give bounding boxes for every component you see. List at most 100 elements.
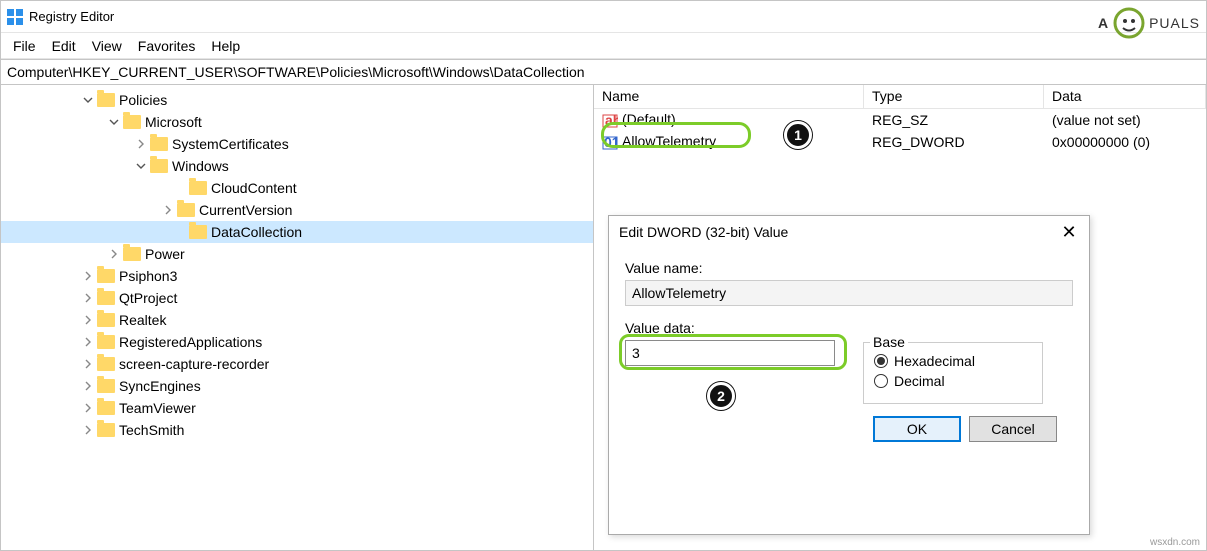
- list-view: Name Type Data ab(Default)REG_SZ(value n…: [594, 85, 1206, 550]
- tree-label: TeamViewer: [119, 400, 196, 416]
- value-type: REG_SZ: [864, 112, 1044, 128]
- tree-item[interactable]: Microsoft: [1, 111, 593, 133]
- tree-label: CurrentVersion: [199, 202, 292, 218]
- list-item[interactable]: 011AllowTelemetryREG_DWORD0x00000000 (0): [594, 131, 1206, 153]
- tree-item[interactable]: Realtek: [1, 309, 593, 331]
- ok-button[interactable]: OK: [873, 416, 961, 442]
- folder-icon: [189, 225, 207, 239]
- chevron-right-icon[interactable]: [81, 291, 95, 305]
- chevron-right-icon[interactable]: [81, 357, 95, 371]
- tree-label: QtProject: [119, 290, 177, 306]
- tree-label: SyncEngines: [119, 378, 201, 394]
- chevron-down-icon[interactable]: [81, 93, 95, 107]
- folder-icon: [123, 115, 141, 129]
- radio-dec-label: Decimal: [894, 373, 945, 389]
- menubar: File Edit View Favorites Help: [1, 33, 1206, 59]
- edit-dword-dialog: Edit DWORD (32-bit) Value ✕ Value name: …: [608, 215, 1090, 535]
- tree-item[interactable]: TeamViewer: [1, 397, 593, 419]
- value-name: 011AllowTelemetry: [594, 133, 864, 150]
- chevron-none-icon[interactable]: [173, 181, 187, 195]
- folder-icon: [97, 313, 115, 327]
- content-split: Policies Microsoft SystemCertificates Windo…: [1, 85, 1206, 550]
- tree-item[interactable]: QtProject: [1, 287, 593, 309]
- footer-watermark: wsxdn.com: [1150, 537, 1200, 548]
- col-header-type[interactable]: Type: [864, 85, 1044, 108]
- col-header-name[interactable]: Name: [594, 85, 864, 108]
- tree-view[interactable]: Policies Microsoft SystemCertificates Windo…: [1, 85, 594, 550]
- folder-icon: [150, 137, 168, 151]
- chevron-right-icon[interactable]: [81, 379, 95, 393]
- titlebar[interactable]: Registry Editor: [1, 1, 1206, 33]
- dialog-buttons: OK Cancel: [625, 404, 1073, 442]
- tree-item[interactable]: SystemCertificates: [1, 133, 593, 155]
- mascot-icon: [1111, 5, 1147, 41]
- close-icon[interactable]: ✕: [1049, 216, 1089, 248]
- menu-file[interactable]: File: [5, 36, 44, 56]
- menu-help[interactable]: Help: [203, 36, 248, 56]
- folder-icon: [97, 291, 115, 305]
- value-name-label: Value name:: [625, 260, 1073, 276]
- tree-label: Policies: [119, 92, 167, 108]
- tree-item[interactable]: Policies: [1, 89, 593, 111]
- chevron-right-icon[interactable]: [81, 269, 95, 283]
- radio-hex-label: Hexadecimal: [894, 353, 975, 369]
- folder-icon: [97, 423, 115, 437]
- value-data: 0x00000000 (0): [1044, 134, 1206, 150]
- chevron-down-icon[interactable]: [107, 115, 121, 129]
- value-data-group: Value data: 2: [625, 316, 835, 404]
- tree-item[interactable]: CloudContent: [1, 177, 593, 199]
- dialog-body: Value name: AllowTelemetry Value data: 2…: [609, 248, 1089, 450]
- tree-item[interactable]: Windows: [1, 155, 593, 177]
- list-item[interactable]: ab(Default)REG_SZ(value not set): [594, 109, 1206, 131]
- radio-hex[interactable]: Hexadecimal: [874, 353, 1032, 369]
- value-data-input[interactable]: [625, 340, 835, 366]
- chevron-right-icon[interactable]: [81, 313, 95, 327]
- tree-item[interactable]: DataCollection: [1, 221, 593, 243]
- tree-item[interactable]: RegisteredApplications: [1, 331, 593, 353]
- folder-icon: [97, 269, 115, 283]
- tree-item[interactable]: screen-capture-recorder: [1, 353, 593, 375]
- chevron-down-icon[interactable]: [134, 159, 148, 173]
- tree-item[interactable]: CurrentVersion: [1, 199, 593, 221]
- tree-label: SystemCertificates: [172, 136, 289, 152]
- base-legend: Base: [870, 334, 908, 350]
- radio-icon: [874, 374, 888, 388]
- chevron-right-icon[interactable]: [81, 423, 95, 437]
- tree-item[interactable]: SyncEngines: [1, 375, 593, 397]
- tree-label: TechSmith: [119, 422, 184, 438]
- app-icon: [7, 9, 23, 25]
- chevron-right-icon[interactable]: [161, 203, 175, 217]
- value-name: ab(Default): [594, 111, 864, 128]
- folder-icon: [97, 93, 115, 107]
- radio-dec[interactable]: Decimal: [874, 373, 1032, 389]
- chevron-right-icon[interactable]: [81, 335, 95, 349]
- chevron-none-icon[interactable]: [173, 225, 187, 239]
- address-text: Computer\HKEY_CURRENT_USER\SOFTWARE\Poli…: [7, 64, 585, 80]
- brand-watermark: A PUALS: [1098, 5, 1200, 41]
- folder-icon: [150, 159, 168, 173]
- chevron-right-icon[interactable]: [134, 137, 148, 151]
- annotation-callout-2: 2: [707, 382, 735, 410]
- dialog-title-text: Edit DWORD (32-bit) Value: [619, 224, 788, 240]
- tree-label: Realtek: [119, 312, 166, 328]
- tree-item[interactable]: Power: [1, 243, 593, 265]
- folder-icon: [123, 247, 141, 261]
- menu-favorites[interactable]: Favorites: [130, 36, 204, 56]
- menu-view[interactable]: View: [84, 36, 130, 56]
- col-header-data[interactable]: Data: [1044, 85, 1206, 108]
- svg-text:011: 011: [604, 135, 618, 150]
- tree-label: RegisteredApplications: [119, 334, 262, 350]
- chevron-right-icon[interactable]: [81, 401, 95, 415]
- dialog-titlebar[interactable]: Edit DWORD (32-bit) Value ✕: [609, 216, 1089, 248]
- tree-item[interactable]: Psiphon3: [1, 265, 593, 287]
- tree-item[interactable]: TechSmith: [1, 419, 593, 441]
- registry-editor-window: Registry Editor File Edit View Favorites…: [0, 0, 1207, 551]
- radio-icon: [874, 354, 888, 368]
- menu-edit[interactable]: Edit: [44, 36, 84, 56]
- folder-icon: [97, 357, 115, 371]
- chevron-right-icon[interactable]: [107, 247, 121, 261]
- address-bar[interactable]: Computer\HKEY_CURRENT_USER\SOFTWARE\Poli…: [1, 59, 1206, 85]
- cancel-button[interactable]: Cancel: [969, 416, 1057, 442]
- folder-icon: [97, 335, 115, 349]
- list-header[interactable]: Name Type Data: [594, 85, 1206, 109]
